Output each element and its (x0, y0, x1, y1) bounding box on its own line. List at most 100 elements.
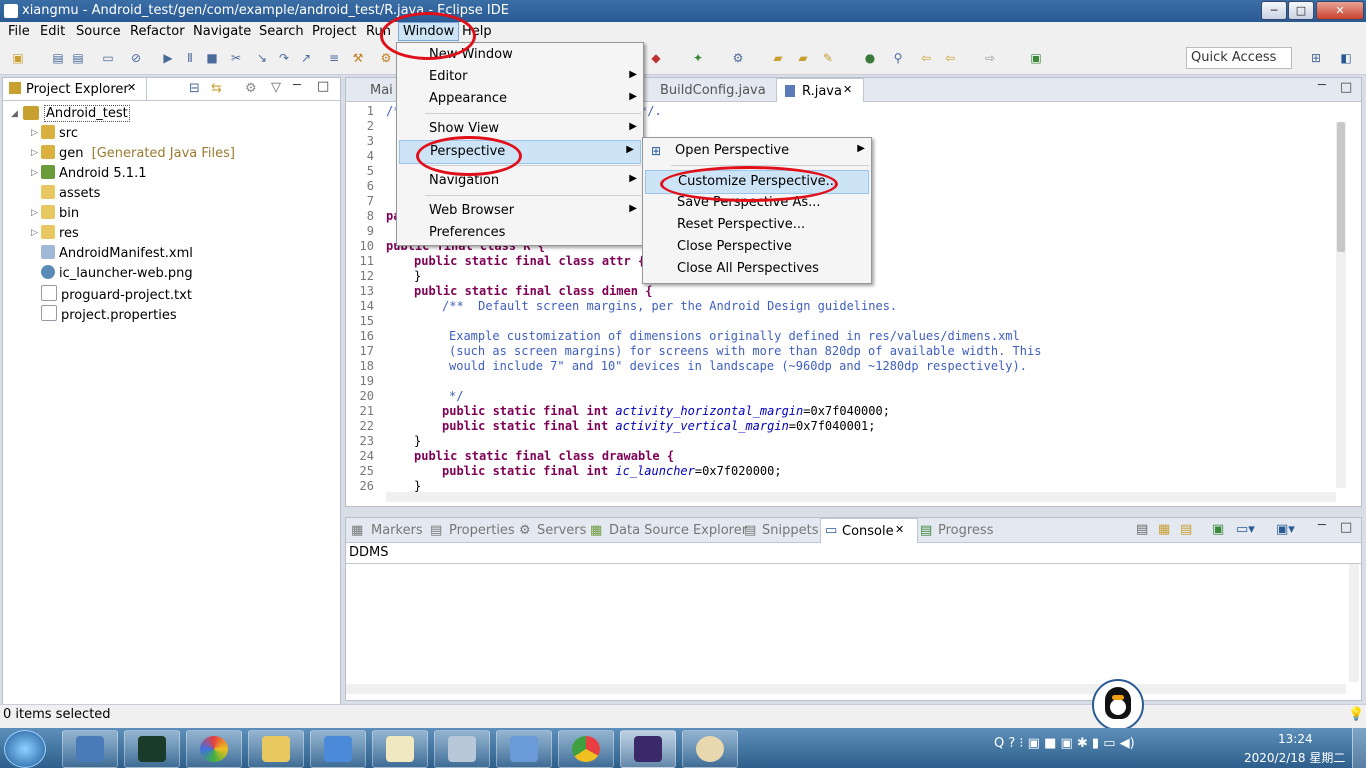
taskbar-eclipse-app[interactable] (620, 730, 676, 768)
android-sdk-icon[interactable]: ⚙ (378, 50, 394, 66)
tab-buildconfig[interactable]: BuildConfig.java (660, 83, 766, 98)
vertical-scrollbar[interactable] (1349, 564, 1359, 682)
close-tab-icon[interactable]: ✕ (895, 523, 904, 536)
tree-item-bin[interactable]: ▷ bin (21, 205, 79, 223)
maximize-button[interactable]: □ (1288, 1, 1314, 20)
step-return-icon[interactable]: ↗ (298, 50, 314, 66)
use-step-filters-icon[interactable]: ≡ (326, 50, 342, 66)
new-server-icon[interactable]: ⚙ (730, 50, 746, 66)
last-edit-icon[interactable]: ⇦ (918, 50, 934, 66)
pin-console-icon[interactable]: ▣ (1212, 522, 1224, 537)
tree-item-gen[interactable]: ▷ gen [Generated Java Files] (21, 145, 235, 163)
tab-data-source-explorer[interactable]: Data Source Explorer (609, 523, 747, 538)
lightbulb-icon[interactable]: 💡 (1348, 707, 1364, 722)
menu-item-preferences[interactable]: Preferences (397, 222, 643, 244)
qq-penguin-icon[interactable] (1092, 679, 1144, 731)
collapse-all-icon[interactable]: ⊟ (189, 81, 200, 96)
open-perspective-icon[interactable]: ⊞ (1308, 50, 1324, 66)
tree-item-android-library[interactable]: ▷ Android 5.1.1 (21, 165, 146, 183)
step-into-icon[interactable]: ↘ (254, 50, 270, 66)
disconnect-icon[interactable]: ✂ (228, 50, 244, 66)
collapsed-arrow-icon[interactable]: ▷ (31, 148, 38, 158)
tab-project-explorer[interactable]: Project Explorer ✕ (3, 78, 147, 100)
display-console-icon[interactable]: ▭▾ (1236, 522, 1255, 537)
pin-editor-icon[interactable]: ▣ (1028, 50, 1044, 66)
expanded-arrow-icon[interactable]: ◢ (11, 109, 18, 119)
build-icon[interactable]: ⚒ (350, 50, 366, 66)
taskbar-calculator-app[interactable] (434, 730, 490, 768)
menu-item-editor[interactable]: Editor ▶ (397, 66, 643, 88)
quick-access-field[interactable]: Quick Access (1186, 47, 1292, 69)
terminate-icon[interactable]: ■ (204, 50, 220, 66)
menu-refactor[interactable]: Refactor (130, 24, 185, 39)
minimize-view-icon[interactable]: ─ (1318, 518, 1326, 533)
view-menu-icon[interactable]: ▽ (271, 80, 281, 95)
menu-item-close-all-perspectives[interactable]: Close All Perspectives (643, 258, 871, 280)
collapsed-arrow-icon[interactable]: ▷ (31, 208, 38, 218)
step-over-icon[interactable]: ↷ (276, 50, 292, 66)
collapsed-arrow-icon[interactable]: ▷ (31, 128, 38, 138)
taskbar-terminal-app[interactable] (124, 730, 180, 768)
system-tray-icons[interactable]: Q ? ⁝ ▣ ■ ▣ ✱ ▮ ▭ ◀) (994, 736, 1135, 751)
tab-properties[interactable]: Properties (449, 523, 515, 538)
filters-icon[interactable]: ⚙ (245, 81, 257, 96)
menu-item-show-view[interactable]: Show View ▶ (397, 118, 643, 140)
open-console-icon[interactable]: ▣▾ (1276, 522, 1295, 537)
tree-item-res[interactable]: ▷ res (21, 225, 79, 243)
tree-item-src[interactable]: ▷ src (21, 125, 78, 143)
vertical-scroll-thumb[interactable] (1337, 122, 1345, 252)
tree-item-proguard[interactable]: proguard-project.txt (21, 285, 192, 303)
search-tool-icon[interactable]: ⚲ (890, 50, 906, 66)
taskbar-photo-app[interactable] (186, 730, 242, 768)
minimize-editor-icon[interactable]: ─ (1318, 78, 1326, 93)
forward-icon[interactable]: ⇨ (982, 50, 998, 66)
skip-breakpoints-icon[interactable]: ⊘ (128, 50, 144, 66)
external-tools-icon[interactable]: ✦ (690, 50, 706, 66)
open-resource-icon[interactable]: ✎ (820, 50, 836, 66)
new-file-icon[interactable]: ▣ (10, 50, 26, 66)
menu-item-open-perspective[interactable]: ⊞ Open Perspective ▶ (643, 140, 871, 162)
save-icon[interactable]: ▤ (50, 50, 66, 66)
back-icon[interactable]: ⇦ (942, 50, 958, 66)
java-ee-perspective-icon[interactable]: ◧ (1338, 50, 1354, 66)
horizontal-scrollbar[interactable] (346, 684, 1346, 694)
menu-item-close-perspective[interactable]: Close Perspective (643, 236, 871, 258)
console-icon[interactable]: ▭ (100, 50, 116, 66)
suspend-icon[interactable]: Ⅱ (182, 50, 198, 66)
tree-item-manifest[interactable]: AndroidManifest.xml (21, 245, 193, 263)
menu-edit[interactable]: Edit (40, 24, 65, 39)
tree-item-launcher-png[interactable]: ic_launcher-web.png (21, 265, 193, 283)
open-task-icon[interactable]: ▰ (795, 50, 811, 66)
taskbar-explorer-app[interactable] (248, 730, 304, 768)
menu-search[interactable]: Search (259, 24, 304, 39)
tree-item-properties[interactable]: project.properties (21, 305, 177, 323)
menu-item-appearance[interactable]: Appearance ▶ (397, 88, 643, 110)
scroll-lock-icon[interactable]: ▦ (1158, 522, 1170, 537)
menu-source[interactable]: Source (76, 24, 121, 39)
close-tab-icon[interactable]: ✕ (843, 83, 852, 96)
close-tab-icon[interactable]: ✕ (127, 81, 136, 94)
show-desktop-button[interactable] (1352, 728, 1366, 768)
taskbar-archive-app[interactable] (310, 730, 366, 768)
minimize-view-icon[interactable]: ─ (293, 78, 301, 93)
tab-console[interactable]: ▭ Console ✕ (820, 518, 918, 543)
taskbar-network-app[interactable] (62, 730, 118, 768)
menu-file[interactable]: File (8, 24, 30, 39)
collapsed-arrow-icon[interactable]: ▷ (31, 168, 38, 178)
word-wrap-icon[interactable]: ▤ (1180, 522, 1192, 537)
menu-item-reset-perspective[interactable]: Reset Perspective... (643, 214, 871, 236)
collapsed-arrow-icon[interactable]: ▷ (31, 228, 38, 238)
tab-servers[interactable]: Servers (537, 523, 586, 538)
tab-main-activity[interactable]: Mai (370, 83, 393, 98)
tab-progress[interactable]: Progress (938, 523, 993, 538)
horizontal-scrollbar[interactable] (386, 492, 1336, 502)
run-tools-icon[interactable]: ◆ (648, 50, 664, 66)
vertical-scrollbar[interactable] (1336, 122, 1346, 488)
maximize-view-icon[interactable]: □ (1340, 520, 1352, 535)
clear-console-icon[interactable]: ▤ (1136, 522, 1148, 537)
resume-icon[interactable]: ▶ (160, 50, 176, 66)
tree-item-assets[interactable]: assets (21, 185, 100, 203)
globe-icon[interactable]: ● (862, 50, 878, 66)
link-with-editor-icon[interactable]: ⇆ (211, 81, 222, 96)
maximize-view-icon[interactable]: □ (317, 79, 329, 94)
